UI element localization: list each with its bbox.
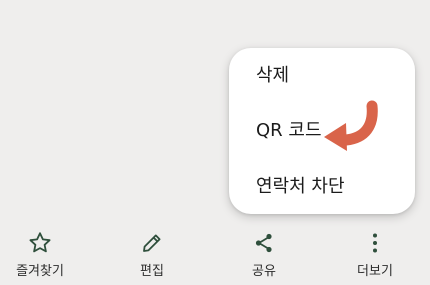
favorites-button[interactable]: 즐겨찾기 — [0, 226, 85, 285]
pencil-icon — [143, 234, 161, 252]
more-vertical-icon — [373, 233, 377, 253]
favorites-label: 즐겨찾기 — [16, 264, 64, 279]
menu-item-delete[interactable]: 삭제 — [256, 65, 289, 87]
more-button[interactable]: 더보기 — [330, 226, 420, 285]
share-button[interactable]: 공유 — [219, 226, 309, 285]
star-icon — [29, 232, 51, 253]
bottom-action-bar: 즐겨찾기 편집 공유 더보기 — [0, 226, 430, 285]
pointer-arrow-icon — [324, 100, 378, 151]
edit-button[interactable]: 편집 — [107, 226, 197, 285]
share-label: 공유 — [252, 264, 276, 279]
more-label: 더보기 — [357, 264, 393, 279]
menu-item-qr-code[interactable]: QR 코드 — [256, 120, 322, 142]
share-icon — [255, 233, 272, 253]
edit-label: 편집 — [140, 264, 164, 279]
menu-item-block-contact[interactable]: 연락처 차단 — [256, 176, 345, 198]
